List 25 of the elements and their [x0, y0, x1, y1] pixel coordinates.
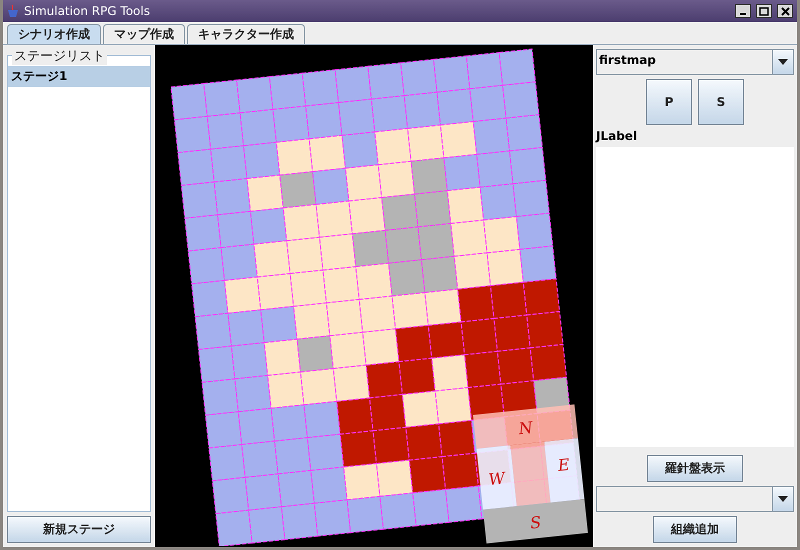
- north-letter: N: [518, 418, 534, 438]
- unit-select[interactable]: [596, 486, 794, 512]
- info-label: JLabel: [596, 129, 638, 143]
- east-letter: E: [556, 454, 571, 475]
- maximize-icon: [759, 6, 769, 16]
- close-button[interactable]: [777, 4, 793, 18]
- maximize-button[interactable]: [756, 4, 772, 18]
- minimize-button[interactable]: [735, 4, 751, 18]
- caret-icon: [778, 59, 788, 65]
- close-icon: [780, 6, 790, 16]
- compass-button[interactable]: 羅針盤表示: [647, 455, 743, 482]
- add-unit-button[interactable]: 組織追加: [653, 516, 737, 543]
- window-title: Simulation RPG Tools: [24, 4, 151, 18]
- tab[interactable]: キャラクター作成: [187, 24, 305, 44]
- tool-button[interactable]: S: [698, 79, 744, 125]
- tab[interactable]: シナリオ作成: [7, 24, 101, 44]
- map-select[interactable]: firstmap: [596, 49, 794, 75]
- stage-list-item[interactable]: ステージ1: [8, 66, 150, 87]
- tab[interactable]: マップ作成: [103, 24, 185, 44]
- tool-button[interactable]: P: [646, 79, 692, 125]
- cup-icon: [7, 4, 19, 18]
- new-stage-button[interactable]: 新規ステージ: [7, 516, 151, 543]
- caret-icon: [778, 496, 788, 502]
- south-letter: S: [529, 512, 542, 533]
- west-letter: W: [488, 468, 506, 490]
